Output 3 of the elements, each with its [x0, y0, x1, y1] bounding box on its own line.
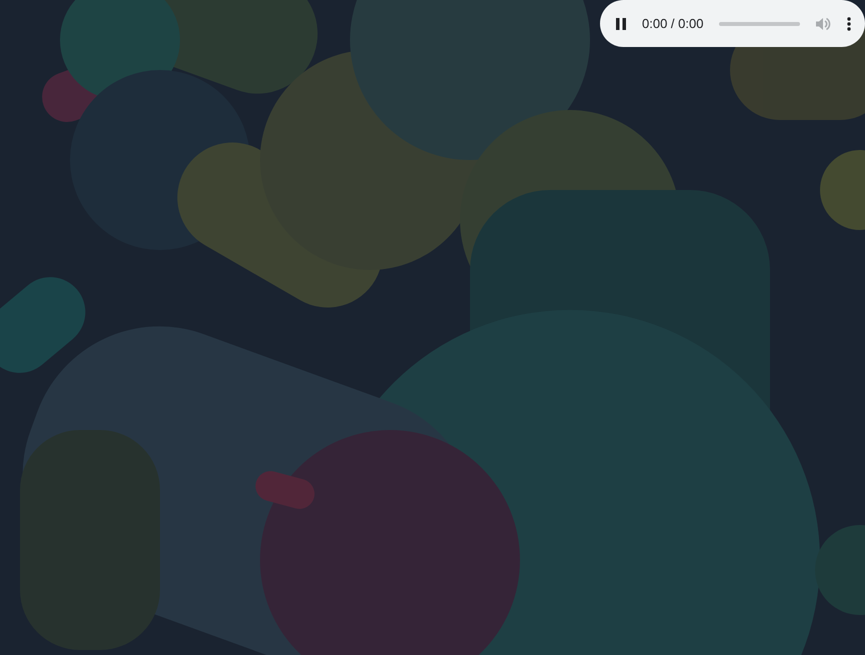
more-options-icon[interactable] [847, 16, 851, 30]
time-display: 0:00 / 0:00 [642, 14, 704, 33]
pause-icon[interactable] [616, 18, 626, 30]
